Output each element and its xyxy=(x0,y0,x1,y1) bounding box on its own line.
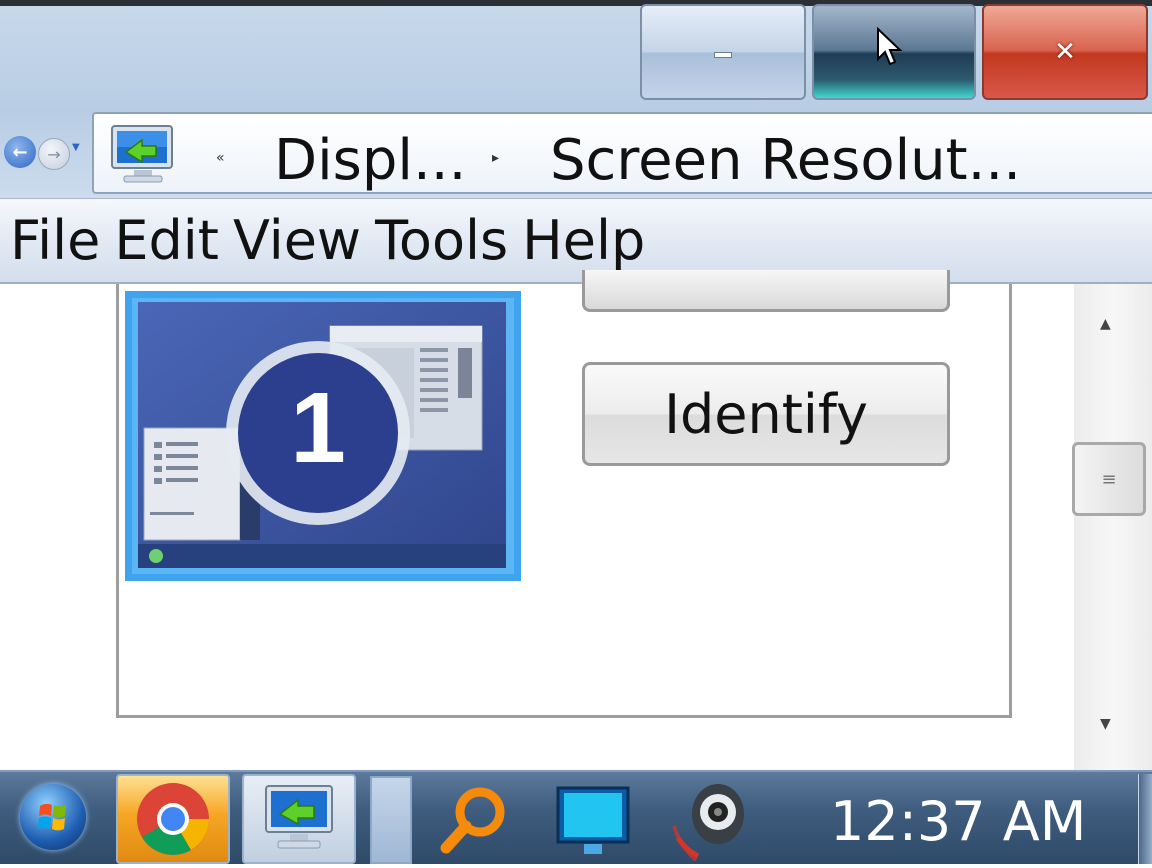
taskbar-chrome-button[interactable] xyxy=(116,774,230,864)
chrome-icon xyxy=(137,783,209,855)
minimize-button[interactable] xyxy=(640,4,806,100)
menu-view[interactable]: View xyxy=(219,213,361,268)
menu-help[interactable]: Help xyxy=(508,213,645,268)
windows-logo-icon xyxy=(38,803,66,831)
maximize-button[interactable] xyxy=(812,4,976,100)
forward-button[interactable]: → xyxy=(38,138,70,170)
monitor-icon[interactable] xyxy=(554,784,634,868)
back-button[interactable]: ← xyxy=(4,136,36,168)
start-button[interactable] xyxy=(20,784,86,850)
taskbar-overflow-button[interactable] xyxy=(370,776,412,864)
minimize-icon xyxy=(714,52,732,58)
monitor-1-tile[interactable]: 1 xyxy=(124,290,522,582)
vertical-scrollbar[interactable] xyxy=(1074,284,1152,770)
monitor-number-label: 1 xyxy=(290,372,346,484)
back-arrow-icon: ← xyxy=(12,141,28,163)
breadcrumb-screen-resolution[interactable]: Screen Resolut... xyxy=(550,128,1021,193)
detect-button[interactable] xyxy=(582,270,950,312)
close-icon: ✕ xyxy=(1054,37,1076,67)
recent-pages-button[interactable]: ▼ xyxy=(72,142,80,153)
identify-button[interactable]: Identify xyxy=(582,362,950,466)
speaker-icon[interactable] xyxy=(670,778,756,868)
grip-icon: ≡ xyxy=(1101,468,1117,490)
search-magnifier-icon[interactable] xyxy=(436,782,516,866)
menu-bar: File Edit View Tools Help xyxy=(0,198,1152,284)
scroll-down-arrow-icon[interactable]: ▼ xyxy=(1100,716,1111,732)
forward-arrow-icon: → xyxy=(47,144,61,164)
scroll-up-arrow-icon[interactable]: ▲ xyxy=(1100,316,1111,332)
menu-tools[interactable]: Tools xyxy=(361,213,508,268)
chevron-down-icon: ▼ xyxy=(72,142,80,153)
close-button[interactable]: ✕ xyxy=(982,4,1148,100)
mouse-cursor-icon xyxy=(877,27,903,66)
menu-edit[interactable]: Edit xyxy=(100,213,219,268)
taskbar-clock[interactable]: 12:37 AM xyxy=(830,790,1086,853)
show-desktop-button[interactable] xyxy=(1138,774,1152,864)
breadcrumb-overflow-chevron[interactable]: « xyxy=(216,150,225,166)
breadcrumb-separator-icon[interactable]: ▸ xyxy=(492,150,499,166)
scroll-thumb[interactable]: ≡ xyxy=(1072,442,1146,516)
display-settings-icon xyxy=(265,785,333,849)
menu-file[interactable]: File xyxy=(0,213,100,268)
taskbar-display-settings-button[interactable] xyxy=(242,774,356,864)
breadcrumb-display[interactable]: Displ... xyxy=(274,128,466,193)
display-settings-icon xyxy=(108,122,180,186)
